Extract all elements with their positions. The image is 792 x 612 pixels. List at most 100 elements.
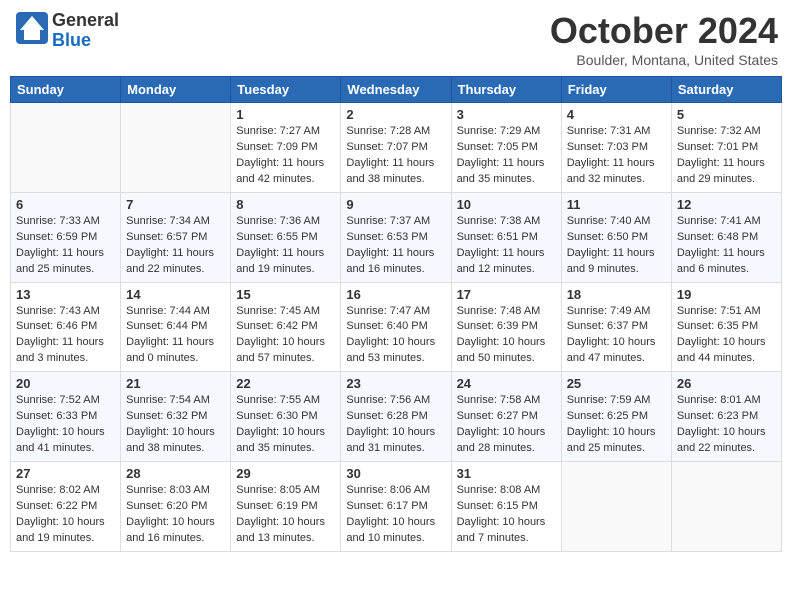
day-details: Sunrise: 7:58 AMSunset: 6:27 PMDaylight:… bbox=[457, 393, 556, 457]
calendar-cell: 24 Sunrise: 7:58 AMSunset: 6:27 PMDayligh… bbox=[451, 372, 561, 462]
day-details: Sunrise: 7:47 AMSunset: 6:40 PMDaylight:… bbox=[346, 304, 445, 368]
calendar-cell: 25 Sunrise: 7:59 AMSunset: 6:25 PMDayligh… bbox=[561, 372, 671, 462]
calendar-cell: 20 Sunrise: 7:52 AMSunset: 6:33 PMDayligh… bbox=[11, 372, 121, 462]
calendar-cell: 6 Sunrise: 7:33 AMSunset: 6:59 PMDaylight… bbox=[11, 192, 121, 282]
calendar-week-row: 1Sunrise: 7:27 AMSunset: 7:09 PMDaylight… bbox=[11, 103, 782, 193]
column-header-friday: Friday bbox=[561, 77, 671, 103]
calendar-cell: 21Sunrise: 7:54 AMSunset: 6:32 PMDayligh… bbox=[121, 372, 231, 462]
day-number: 29 bbox=[236, 466, 335, 481]
calendar-cell: 4 Sunrise: 7:31 AMSunset: 7:03 PMDaylight… bbox=[561, 103, 671, 193]
day-details: Sunrise: 7:52 AMSunset: 6:33 PMDaylight:… bbox=[16, 393, 115, 457]
calendar-cell: 22Sunrise: 7:55 AMSunset: 6:30 PMDayligh… bbox=[231, 372, 341, 462]
day-number: 16 bbox=[346, 287, 445, 302]
day-number: 7 bbox=[126, 197, 225, 212]
day-details: Sunrise: 7:34 AMSunset: 6:57 PMDaylight:… bbox=[126, 214, 225, 278]
day-details: Sunrise: 7:48 AMSunset: 6:39 PMDaylight:… bbox=[457, 304, 556, 368]
calendar-cell bbox=[671, 462, 781, 552]
day-details: Sunrise: 8:01 AMSunset: 6:23 PMDaylight:… bbox=[677, 393, 776, 457]
calendar-cell: 18Sunrise: 7:49 AMSunset: 6:37 PMDayligh… bbox=[561, 282, 671, 372]
day-number: 24 bbox=[457, 376, 556, 391]
calendar-week-row: 20 Sunrise: 7:52 AMSunset: 6:33 PMDayligh… bbox=[11, 372, 782, 462]
calendar-cell: 11 Sunrise: 7:40 AMSunset: 6:50 PMDayligh… bbox=[561, 192, 671, 282]
day-number: 13 bbox=[16, 287, 115, 302]
calendar-cell: 30 Sunrise: 8:06 AMSunset: 6:17 PMDayligh… bbox=[341, 462, 451, 552]
logo-general: General bbox=[52, 10, 119, 30]
day-details: Sunrise: 7:38 AMSunset: 6:51 PMDaylight:… bbox=[457, 214, 556, 278]
day-number: 2 bbox=[346, 107, 445, 122]
day-number: 8 bbox=[236, 197, 335, 212]
day-number: 30 bbox=[346, 466, 445, 481]
day-number: 1 bbox=[236, 107, 335, 122]
day-number: 25 bbox=[567, 376, 666, 391]
day-number: 12 bbox=[677, 197, 776, 212]
day-number: 20 bbox=[16, 376, 115, 391]
calendar-cell: 3 Sunrise: 7:29 AMSunset: 7:05 PMDaylight… bbox=[451, 103, 561, 193]
day-details: Sunrise: 7:56 AMSunset: 6:28 PMDaylight:… bbox=[346, 393, 445, 457]
title-block: October 2024 Boulder, Montana, United St… bbox=[550, 10, 778, 68]
logo-blue: Blue bbox=[52, 30, 91, 50]
logo-text: General Blue bbox=[52, 11, 119, 51]
day-number: 21 bbox=[126, 376, 225, 391]
day-number: 19 bbox=[677, 287, 776, 302]
day-number: 17 bbox=[457, 287, 556, 302]
day-details: Sunrise: 7:41 AMSunset: 6:48 PMDaylight:… bbox=[677, 214, 776, 278]
calendar-cell: 17 Sunrise: 7:48 AMSunset: 6:39 PMDayligh… bbox=[451, 282, 561, 372]
day-number: 23 bbox=[346, 376, 445, 391]
day-details: Sunrise: 7:33 AMSunset: 6:59 PMDaylight:… bbox=[16, 214, 115, 278]
calendar-cell: 27Sunrise: 8:02 AMSunset: 6:22 PMDayligh… bbox=[11, 462, 121, 552]
day-number: 28 bbox=[126, 466, 225, 481]
calendar-cell: 29 Sunrise: 8:05 AMSunset: 6:19 PMDayligh… bbox=[231, 462, 341, 552]
day-details: Sunrise: 7:44 AMSunset: 6:44 PMDaylight:… bbox=[126, 304, 225, 368]
day-number: 11 bbox=[567, 197, 666, 212]
calendar-cell: 15 Sunrise: 7:45 AMSunset: 6:42 PMDayligh… bbox=[231, 282, 341, 372]
calendar-cell: 9Sunrise: 7:37 AMSunset: 6:53 PMDaylight… bbox=[341, 192, 451, 282]
day-number: 3 bbox=[457, 107, 556, 122]
day-details: Sunrise: 7:43 AMSunset: 6:46 PMDaylight:… bbox=[16, 304, 115, 368]
column-header-sunday: Sunday bbox=[11, 77, 121, 103]
calendar-header-row: SundayMondayTuesdayWednesdayThursdayFrid… bbox=[11, 77, 782, 103]
column-header-saturday: Saturday bbox=[671, 77, 781, 103]
day-details: Sunrise: 7:40 AMSunset: 6:50 PMDaylight:… bbox=[567, 214, 666, 278]
logo: General Blue bbox=[14, 10, 119, 51]
calendar-cell: 23 Sunrise: 7:56 AMSunset: 6:28 PMDayligh… bbox=[341, 372, 451, 462]
calendar-cell: 31Sunrise: 8:08 AMSunset: 6:15 PMDayligh… bbox=[451, 462, 561, 552]
calendar-table: SundayMondayTuesdayWednesdayThursdayFrid… bbox=[10, 76, 782, 552]
month-title: October 2024 bbox=[550, 10, 778, 52]
calendar-cell: 1Sunrise: 7:27 AMSunset: 7:09 PMDaylight… bbox=[231, 103, 341, 193]
day-details: Sunrise: 7:28 AMSunset: 7:07 PMDaylight:… bbox=[346, 124, 445, 188]
day-details: Sunrise: 7:51 AMSunset: 6:35 PMDaylight:… bbox=[677, 304, 776, 368]
calendar-cell bbox=[121, 103, 231, 193]
day-details: Sunrise: 8:08 AMSunset: 6:15 PMDaylight:… bbox=[457, 483, 556, 547]
calendar-week-row: 13 Sunrise: 7:43 AMSunset: 6:46 PMDayligh… bbox=[11, 282, 782, 372]
day-number: 15 bbox=[236, 287, 335, 302]
day-details: Sunrise: 8:06 AMSunset: 6:17 PMDaylight:… bbox=[346, 483, 445, 547]
calendar-cell: 7 Sunrise: 7:34 AMSunset: 6:57 PMDaylight… bbox=[121, 192, 231, 282]
calendar-cell: 2 Sunrise: 7:28 AMSunset: 7:07 PMDaylight… bbox=[341, 103, 451, 193]
day-number: 4 bbox=[567, 107, 666, 122]
calendar-cell bbox=[11, 103, 121, 193]
calendar-cell: 19 Sunrise: 7:51 AMSunset: 6:35 PMDayligh… bbox=[671, 282, 781, 372]
day-details: Sunrise: 8:05 AMSunset: 6:19 PMDaylight:… bbox=[236, 483, 335, 547]
day-number: 26 bbox=[677, 376, 776, 391]
day-details: Sunrise: 7:36 AMSunset: 6:55 PMDaylight:… bbox=[236, 214, 335, 278]
day-details: Sunrise: 7:45 AMSunset: 6:42 PMDaylight:… bbox=[236, 304, 335, 368]
day-details: Sunrise: 7:55 AMSunset: 6:30 PMDaylight:… bbox=[236, 393, 335, 457]
logo-graphic bbox=[14, 10, 50, 51]
calendar-week-row: 27Sunrise: 8:02 AMSunset: 6:22 PMDayligh… bbox=[11, 462, 782, 552]
day-details: Sunrise: 7:32 AMSunset: 7:01 PMDaylight:… bbox=[677, 124, 776, 188]
column-header-thursday: Thursday bbox=[451, 77, 561, 103]
day-details: Sunrise: 7:29 AMSunset: 7:05 PMDaylight:… bbox=[457, 124, 556, 188]
day-number: 5 bbox=[677, 107, 776, 122]
day-number: 18 bbox=[567, 287, 666, 302]
calendar-cell bbox=[561, 462, 671, 552]
day-number: 27 bbox=[16, 466, 115, 481]
day-details: Sunrise: 7:31 AMSunset: 7:03 PMDaylight:… bbox=[567, 124, 666, 188]
day-number: 6 bbox=[16, 197, 115, 212]
calendar-week-row: 6 Sunrise: 7:33 AMSunset: 6:59 PMDaylight… bbox=[11, 192, 782, 282]
column-header-wednesday: Wednesday bbox=[341, 77, 451, 103]
calendar-cell: 12 Sunrise: 7:41 AMSunset: 6:48 PMDayligh… bbox=[671, 192, 781, 282]
day-details: Sunrise: 7:59 AMSunset: 6:25 PMDaylight:… bbox=[567, 393, 666, 457]
calendar-cell: 13 Sunrise: 7:43 AMSunset: 6:46 PMDayligh… bbox=[11, 282, 121, 372]
column-header-tuesday: Tuesday bbox=[231, 77, 341, 103]
calendar-cell: 16 Sunrise: 7:47 AMSunset: 6:40 PMDayligh… bbox=[341, 282, 451, 372]
